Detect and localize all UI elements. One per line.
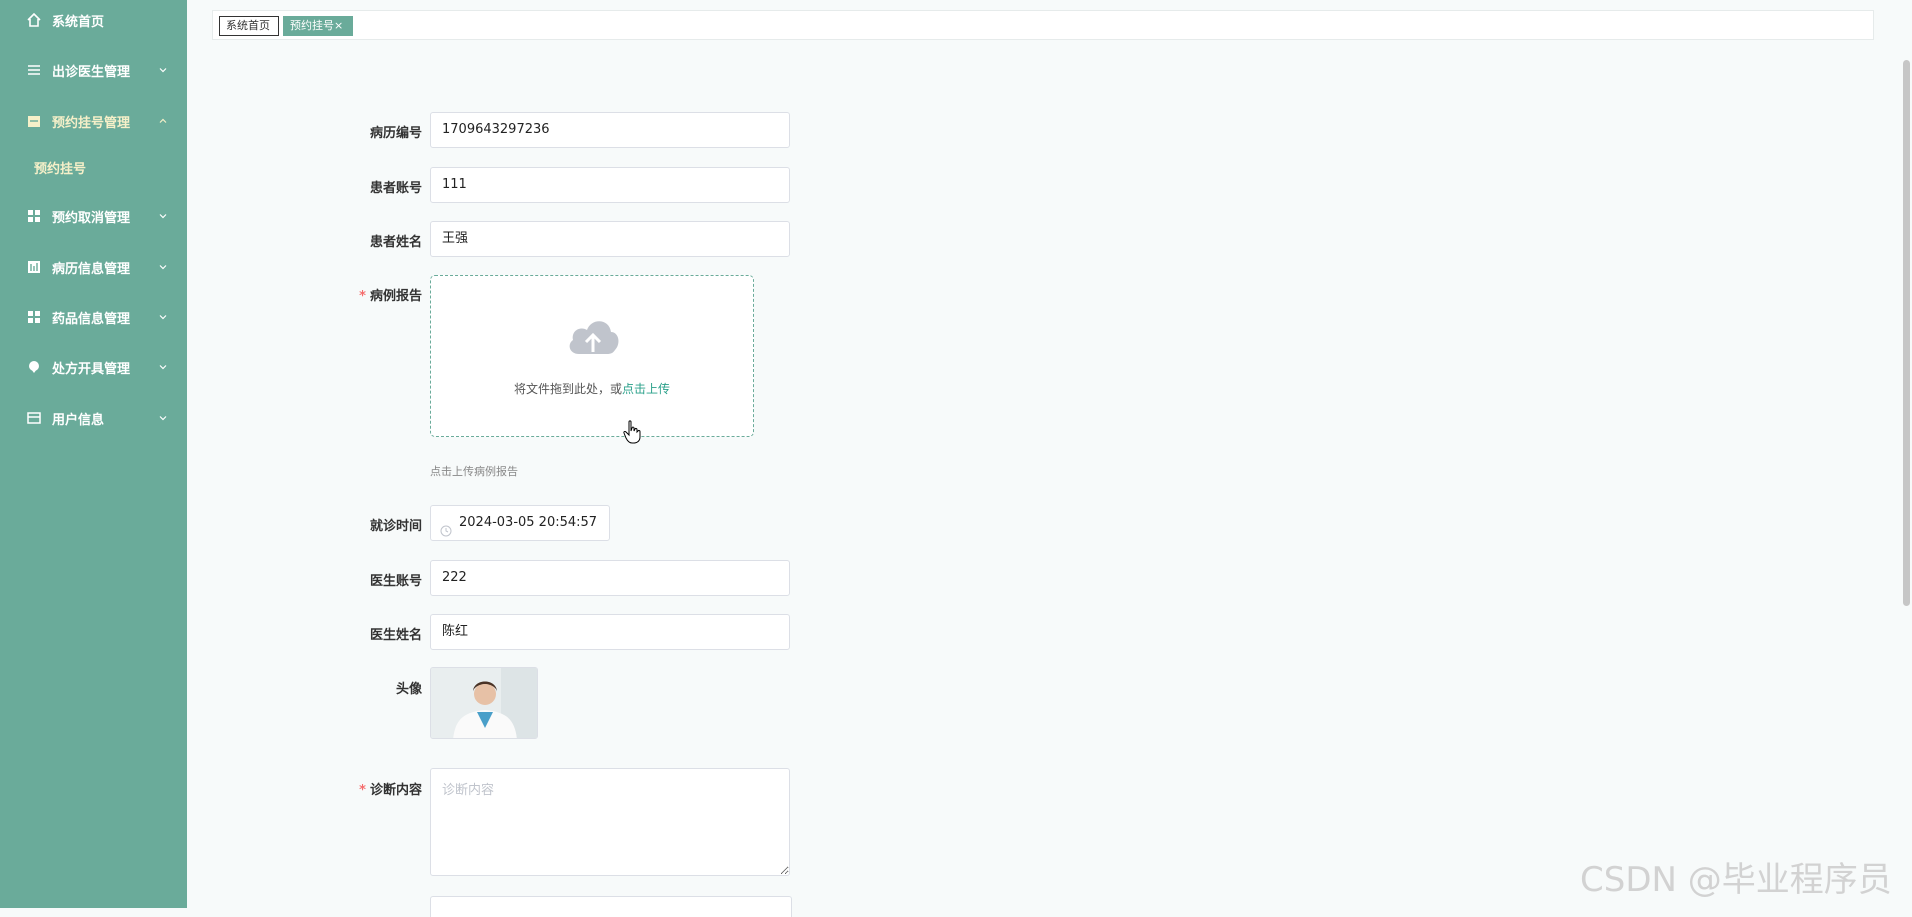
grid-icon	[26, 309, 42, 325]
hand-cursor-icon	[623, 420, 643, 444]
chevron-down-icon	[157, 361, 169, 373]
sidebar-subitem-appointment[interactable]: 预约挂号	[0, 150, 187, 184]
sidebar-item-appointment-management[interactable]: 预约挂号管理	[0, 101, 187, 141]
chevron-down-icon	[157, 412, 169, 424]
sidebar-item-home[interactable]: 系统首页	[0, 0, 187, 40]
diagnosis-label-text: 诊断内容	[369, 783, 422, 798]
sidebar-item-cancel-management[interactable]: 预约取消管理	[0, 196, 187, 236]
doctor-name-label: 医生姓名	[369, 628, 422, 643]
tag-home[interactable]: 系统首页	[219, 16, 279, 36]
chevron-down-icon	[157, 261, 169, 273]
report-upload-dropzone[interactable]: 将文件拖到此处，或点击上传	[430, 275, 754, 437]
visit-time-value: 2024-03-05 20:54:57	[459, 515, 598, 530]
sidebar-item-label: 出诊医生管理	[52, 64, 131, 80]
sidebar-item-label: 药品信息管理	[52, 311, 131, 327]
upload-drop-text: 将文件拖到此处，或	[513, 382, 622, 396]
home-icon	[26, 12, 42, 28]
report-label: * 病例报告	[282, 285, 422, 304]
diagnosis-textarea[interactable]	[430, 768, 790, 876]
chevron-down-icon	[157, 210, 169, 222]
clock-icon	[440, 517, 452, 537]
chevron-up-icon	[157, 115, 169, 127]
sidebar: 系统首页 出诊医生管理 预约挂号管理 预约挂号 预约取消管理 病历信息管理 药品…	[0, 0, 187, 908]
required-mark: *	[359, 289, 366, 304]
record-no-input[interactable]: 1709643297236	[430, 112, 790, 148]
sidebar-item-prescription-management[interactable]: 处方开具管理	[0, 347, 187, 387]
sidebar-item-doctor-management[interactable]: 出诊医生管理	[0, 50, 187, 90]
patient-account-label: 患者账号	[369, 181, 422, 196]
sidebar-item-user-info[interactable]: 用户信息	[0, 398, 187, 438]
pin-icon	[26, 359, 42, 375]
sidebar-item-label: 用户信息	[52, 412, 105, 428]
sidebar-item-label: 处方开具管理	[52, 361, 131, 377]
upload-click-link[interactable]: 点击上传	[622, 382, 670, 396]
sidebar-item-record-management[interactable]: 病历信息管理	[0, 247, 187, 287]
chevron-down-icon	[157, 64, 169, 76]
patient-account-input[interactable]: 111	[430, 167, 790, 203]
visit-time-label: 就诊时间	[369, 519, 422, 534]
doctor-avatar[interactable]	[430, 667, 538, 739]
sidebar-item-label: 预约挂号管理	[52, 115, 131, 131]
sidebar-item-label: 系统首页	[52, 14, 105, 30]
chevron-down-icon	[157, 311, 169, 323]
record-no-label: 病历编号	[369, 126, 422, 141]
tags-bar: 系统首页 预约挂号×	[212, 10, 1874, 40]
close-icon[interactable]: ×	[334, 19, 343, 32]
required-mark: *	[359, 783, 366, 798]
next-field-input[interactable]	[430, 896, 792, 917]
tag-label: 系统首页	[226, 19, 270, 32]
avatar-label: 头像	[395, 682, 422, 697]
sidebar-item-label: 预约取消管理	[52, 210, 131, 226]
card-icon	[26, 410, 42, 426]
sidebar-item-label: 病历信息管理	[52, 261, 131, 277]
chart-icon	[26, 259, 42, 275]
doctor-account-label: 医生账号	[369, 574, 422, 589]
upload-hint: 将文件拖到此处，或点击上传	[431, 380, 753, 397]
report-label-text: 病例报告	[369, 289, 422, 304]
doctor-account-input[interactable]: 222	[430, 560, 790, 596]
grid-icon	[26, 208, 42, 224]
sidebar-subitem-label: 预约挂号	[34, 161, 87, 177]
diagnosis-label: * 诊断内容	[282, 779, 422, 798]
tag-label: 预约挂号	[290, 19, 334, 32]
sidebar-item-medicine-management[interactable]: 药品信息管理	[0, 297, 187, 337]
patient-name-input[interactable]: 王强	[430, 221, 790, 257]
cloud-upload-icon	[565, 314, 621, 358]
patient-name-label: 患者姓名	[369, 235, 422, 250]
doctor-name-input[interactable]: 陈红	[430, 614, 790, 650]
calendar-icon	[26, 113, 42, 129]
tag-current[interactable]: 预约挂号×	[283, 16, 353, 36]
upload-tip: 点击上传病例报告	[430, 465, 518, 478]
vertical-scrollbar[interactable]	[1903, 60, 1910, 606]
watermark: CSDN @毕业程序员	[1580, 860, 1892, 900]
list-icon	[26, 62, 42, 78]
visit-time-picker[interactable]: 2024-03-05 20:54:57	[430, 505, 610, 541]
